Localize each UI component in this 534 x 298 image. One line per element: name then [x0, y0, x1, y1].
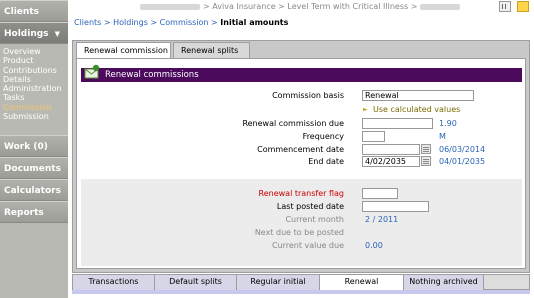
nav-overview[interactable]: Overview [3, 47, 68, 56]
nav-contributions[interactable]: Contributions [3, 66, 68, 75]
use-calculated-link[interactable]: Use calculated values [373, 105, 460, 114]
sidebar: Clients Holdings ▼ Overview Product Cont… [0, 0, 68, 298]
note-icon[interactable] [517, 1, 529, 12]
client-trail: > Aviva Insurance > Level Term with Crit… [140, 2, 461, 11]
row-current-value: Current value due 0.00 [77, 241, 527, 251]
renewal-commission-due-field[interactable] [362, 118, 433, 129]
nav-administration[interactable]: Administration [3, 84, 68, 93]
calendar-icon[interactable] [421, 156, 431, 166]
tab-renewal[interactable]: Renewal [320, 275, 404, 290]
row-end-date: End date 4/02/2035 04/01/2035 [77, 156, 527, 167]
breadcrumb-separator: > [211, 18, 218, 27]
breadcrumb-clients[interactable]: Clients [74, 18, 101, 27]
current-value-value: 0.00 [365, 241, 383, 250]
nav-reports[interactable]: Reports [0, 201, 68, 224]
row-use-calculated: ► Use calculated values [77, 105, 527, 115]
frequency-field[interactable] [362, 131, 385, 142]
arrow-right-icon: ► [363, 106, 368, 113]
row-commission-basis: Commission basis Renewal [77, 90, 527, 101]
breadcrumb-separator: > [150, 18, 158, 27]
top-bar: > Aviva Insurance > Level Term with Crit… [68, 0, 534, 14]
row-renewal-commission-due: Renewal commission due 1.90 [77, 118, 527, 129]
nav-calculators[interactable]: Calculators [0, 179, 68, 202]
nav-holdings-label: Holdings [4, 29, 49, 39]
breadcrumb-holdings[interactable]: Holdings [113, 18, 148, 27]
current-month-label: Current month [285, 215, 344, 224]
row-current-month: Current month 2 / 2011 [77, 215, 527, 225]
tab-renewal-commission[interactable]: Renewal commission [76, 42, 171, 59]
trail-text: > Aviva Insurance > Level Term with Crit… [203, 2, 418, 11]
current-value-label: Current value due [271, 241, 344, 250]
row-frequency: Frequency M [77, 131, 527, 142]
tab-transactions[interactable]: Transactions [73, 275, 155, 290]
commencement-date-label: Commencement date [257, 145, 344, 154]
redacted-text [420, 3, 461, 10]
nav-clients[interactable]: Clients [0, 0, 68, 22]
commission-basis-label: Commission basis [272, 91, 344, 100]
frequency-calc: M [439, 132, 446, 141]
nav-submission[interactable]: Submission [3, 112, 68, 121]
tab-default-splits[interactable]: Default splits [155, 275, 237, 290]
holdings-submenu: Overview Product Contributions Details A… [0, 44, 68, 126]
grid-icon[interactable] [499, 1, 511, 12]
end-date-calc: 04/01/2035 [439, 157, 486, 166]
last-posted-field[interactable] [362, 201, 429, 212]
next-due-label: Next due to be posted [254, 228, 344, 237]
section-title: Renewal commissions [105, 70, 199, 80]
tab-renewal-splits[interactable]: Renewal splits [173, 42, 250, 59]
commission-basis-field[interactable]: Renewal [362, 90, 474, 101]
redacted-text [140, 3, 200, 10]
commencement-date-field[interactable] [362, 144, 420, 155]
row-next-due: Next due to be posted [77, 228, 527, 238]
nav-product[interactable]: Product [3, 56, 68, 65]
nav-commission[interactable]: Commission [3, 103, 68, 112]
bottom-tab-strip: Transactions Default splits Regular init… [72, 274, 530, 290]
nav-documents[interactable]: Documents [0, 157, 68, 180]
transfer-flag-field[interactable] [362, 188, 398, 199]
renewal-commission-due-calc: 1.90 [439, 119, 457, 128]
transfer-flag-label: Renewal transfer flag [258, 189, 344, 198]
row-transfer-flag: Renewal transfer flag [77, 188, 527, 199]
section-header: Renewal commissions [81, 64, 522, 82]
tab-nothing-archived[interactable]: Nothing archived [404, 275, 484, 290]
frequency-label: Frequency [302, 132, 344, 141]
last-posted-label: Last posted date [276, 202, 344, 211]
breadcrumb-separator: > [103, 18, 111, 27]
renewal-commission-due-label: Renewal commission due [242, 119, 344, 128]
tab-content: Renewal commissions Commission basis Ren… [76, 58, 526, 269]
breadcrumb-current: Initial amounts [220, 18, 289, 27]
caret-down-icon: ▼ [54, 30, 60, 38]
row-commencement-date: Commencement date 06/03/2014 [77, 144, 527, 155]
bottom-strip [72, 290, 530, 294]
breadcrumb-commission[interactable]: Commission [160, 18, 209, 27]
nav-work[interactable]: Work (0) [0, 135, 68, 158]
current-month-value: 2 / 2011 [365, 215, 399, 224]
breadcrumb: Clients > Holdings > Commission > Initia… [74, 18, 288, 27]
nav-tasks[interactable]: Tasks [3, 93, 68, 102]
commission-icon [84, 64, 100, 79]
nav-holdings[interactable]: Holdings ▼ [0, 22, 68, 44]
nav-details[interactable]: Details [3, 75, 68, 84]
commencement-date-calc: 06/03/2014 [439, 145, 486, 154]
end-date-field[interactable]: 4/02/2035 [362, 156, 420, 167]
tab-regular-initial[interactable]: Regular initial [237, 275, 320, 290]
end-date-label: End date [308, 157, 344, 166]
row-last-posted: Last posted date [77, 201, 527, 212]
calendar-icon[interactable] [421, 144, 431, 154]
